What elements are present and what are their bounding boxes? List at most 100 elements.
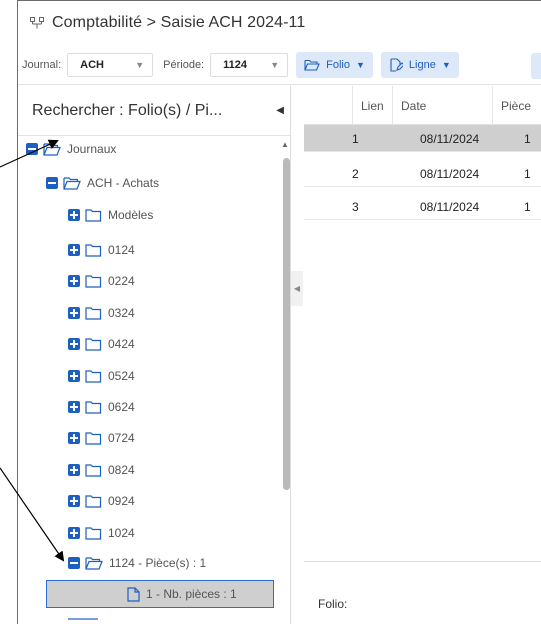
tree-node-label: 0824 — [108, 462, 135, 477]
expand-icon[interactable] — [68, 432, 80, 445]
app-window: Comptabilité > Saisie ACH 2024-11 Journa… — [17, 0, 541, 624]
col-header-date[interactable]: Date — [392, 86, 492, 125]
tree-node-label: 0924 — [108, 494, 135, 509]
folder-open-icon — [43, 143, 61, 156]
tree-node-label: 0424 — [108, 337, 135, 352]
table-row[interactable]: 2 08/11/2024 1 — [304, 160, 541, 187]
search-title: Rechercher : Folio(s) / Pi... — [32, 101, 223, 119]
pieces-grid: Lien Date Pièce 1 08/11/2024 1 2 08/11/2… — [304, 86, 541, 624]
tree-node-modeles[interactable]: Modèles — [68, 204, 153, 226]
folder-icon — [85, 432, 102, 445]
table-row[interactable]: 3 08/11/2024 1 — [304, 193, 541, 220]
tree-node-period[interactable]: 0424 — [68, 333, 135, 355]
expand-icon[interactable] — [68, 306, 80, 319]
panel-splitter[interactable]: ◀ — [291, 271, 303, 306]
caret-left-icon: ◀ — [293, 284, 301, 293]
expand-icon[interactable] — [68, 463, 80, 476]
more-button[interactable] — [531, 53, 541, 79]
tree-node-label: ACH - Achats — [87, 176, 160, 190]
title-bar: Comptabilité > Saisie ACH 2024-11 — [18, 1, 541, 45]
tree-node-ach[interactable]: ACH - Achats — [46, 172, 159, 194]
expand-icon[interactable] — [68, 401, 80, 413]
col-header-lien[interactable]: Lien — [352, 86, 392, 125]
caret-down-icon: ▼ — [441, 59, 451, 70]
col-header-piece[interactable]: Pièce — [492, 86, 541, 125]
caret-down-icon: ▼ — [355, 59, 365, 70]
folder-open-icon — [304, 59, 320, 71]
tree-node-label: Journaux — [67, 142, 117, 156]
divider — [304, 561, 541, 562]
periode-select[interactable]: 1124 ▼ — [210, 52, 289, 77]
caret-down-icon: ▼ — [270, 59, 280, 70]
cell-lien — [352, 160, 392, 187]
tree-node-1124[interactable]: 1124 - Pièce(s) : 1 — [68, 552, 206, 574]
expand-icon[interactable] — [68, 275, 80, 288]
folio-button-label: Folio — [326, 58, 350, 71]
cell-piece: 1 — [524, 131, 531, 146]
window-title: Comptabilité > Saisie ACH 2024-11 — [52, 14, 306, 31]
tree-node-label: 1024 — [108, 525, 135, 540]
tree-node-piece-selected[interactable]: 1 - Nb. pièces : 1 — [46, 580, 274, 608]
expand-icon[interactable] — [68, 369, 80, 382]
cell-piece: 1 — [524, 166, 531, 181]
collapse-icon[interactable] — [68, 557, 80, 569]
scroll-up-icon[interactable]: ▲ — [281, 140, 289, 149]
tree-node-period[interactable]: 0524 — [68, 365, 135, 387]
folder-icon — [85, 275, 102, 288]
tree-node-period[interactable]: 0224 — [68, 270, 135, 292]
folder-icon — [85, 307, 102, 320]
tree-node-label: 0224 — [108, 274, 135, 289]
expand-icon[interactable] — [68, 526, 80, 539]
folder-icon — [85, 209, 102, 222]
tree-node-period[interactable]: 0924 — [68, 490, 135, 512]
cell-lien — [352, 125, 392, 152]
folder-icon — [85, 495, 102, 508]
expand-icon[interactable] — [68, 495, 80, 508]
col-header-label: Pièce — [501, 98, 532, 113]
tree-node-label: 0124 — [108, 243, 135, 257]
tree-node-period[interactable]: 0824 — [68, 459, 135, 481]
tree-node-period[interactable]: 0324 — [68, 302, 135, 324]
folder-open-icon — [85, 557, 103, 570]
tree-node-label: 0624 — [108, 400, 135, 414]
folder-icon — [85, 244, 102, 257]
tree-node-label: 0524 — [108, 368, 135, 383]
table-row[interactable]: 1 08/11/2024 1 — [304, 125, 541, 152]
tree-node-period[interactable]: 0724 — [68, 427, 135, 449]
edit-document-icon — [390, 57, 403, 72]
tree-node-label: Modèles — [108, 208, 154, 222]
caret-left-icon[interactable]: ◀ — [276, 105, 284, 116]
file-icon — [127, 586, 140, 602]
tree-node-label: 0324 — [108, 305, 135, 320]
cell-lien — [352, 193, 392, 220]
expand-icon[interactable] — [68, 244, 80, 256]
folder-icon — [85, 526, 102, 540]
journal-value: ACH — [80, 58, 104, 71]
tree-node-journaux[interactable]: Journaux — [26, 138, 116, 160]
expand-icon[interactable] — [68, 209, 80, 221]
tree-node-label: 0724 — [108, 431, 135, 446]
folio-label: Folio: — [318, 597, 348, 611]
folder-open-icon — [63, 177, 81, 190]
tree-node-label: 1124 - Pièce(s) : 1 — [109, 556, 207, 570]
cell-piece: 1 — [524, 199, 531, 214]
collapse-icon[interactable] — [26, 143, 38, 155]
ligne-button[interactable]: Ligne ▼ — [380, 51, 459, 78]
collapse-icon[interactable] — [46, 177, 58, 189]
scroll-thumb[interactable] — [283, 158, 290, 490]
periode-label: Période: — [163, 58, 205, 71]
tree-next-node-partial — [68, 618, 98, 624]
tree-node-period[interactable]: 0624 — [68, 396, 135, 418]
col-header-label: Date — [401, 98, 427, 113]
grid-header: Lien Date Pièce — [304, 86, 541, 125]
toolbar: Journal: ACH ▼ Période: 1124 ▼ Folio ▼ L… — [18, 45, 541, 85]
expand-icon[interactable] — [68, 338, 80, 351]
caret-down-icon: ▼ — [135, 59, 145, 70]
left-panel: Rechercher : Folio(s) / Pi... ◀ Journaux… — [18, 86, 291, 624]
journal-select[interactable]: ACH ▼ — [67, 52, 154, 77]
tree-node-period[interactable]: 1024 — [68, 522, 135, 544]
journal-label: Journal: — [22, 58, 62, 71]
folder-icon — [85, 369, 102, 383]
tree-node-period[interactable]: 0124 — [68, 239, 135, 261]
folio-button[interactable]: Folio ▼ — [296, 51, 373, 78]
